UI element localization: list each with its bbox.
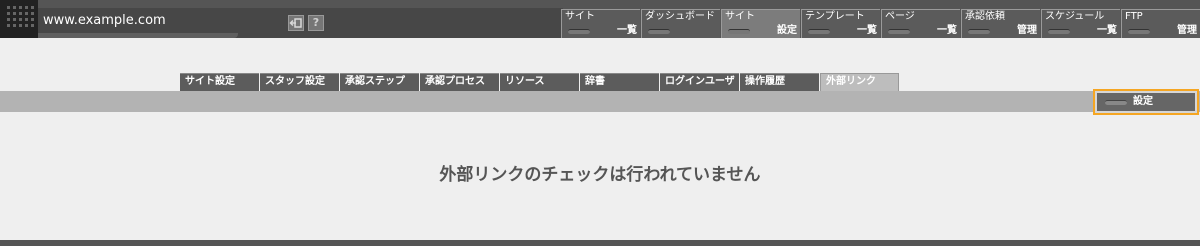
logo-dot <box>13 24 16 27</box>
nav-page-list-button[interactable]: ページ 一覧 <box>881 9 960 38</box>
logo-dot <box>13 12 16 15</box>
nav-button-bottom-label: 一覧 <box>1097 25 1117 36</box>
tab-approval-process[interactable]: 承認プロセス <box>420 73 499 91</box>
nav-button-bottom-label: 設定 <box>777 25 797 36</box>
logo-dot <box>7 12 10 15</box>
nav-ftp-admin-button[interactable]: FTP 管理 <box>1121 9 1200 38</box>
nav-pill-icon <box>888 29 910 34</box>
exit-icon-glyph <box>289 18 302 28</box>
nav-button-top-label: スケジュール <box>1045 11 1105 22</box>
nav-button-top-label: サイト <box>565 11 595 22</box>
settings-pill-icon <box>1105 100 1127 105</box>
nav-schedule-list-button[interactable]: スケジュール 一覧 <box>1041 9 1120 38</box>
url-underline <box>38 33 238 38</box>
nav-button-bottom-label: 一覧 <box>617 25 637 36</box>
tab-site-settings[interactable]: サイト設定 <box>180 73 259 91</box>
nav-site-list-button[interactable]: サイト 一覧 <box>561 9 640 38</box>
tab-toolbar-band <box>0 91 1200 112</box>
nav-button-top-label: テンプレート <box>805 11 865 22</box>
nav-button-bottom-label: 一覧 <box>937 25 957 36</box>
nav-dashboard-button[interactable]: ダッシュボード <box>641 9 720 38</box>
logo-dot <box>31 12 34 15</box>
exit-icon[interactable] <box>288 15 304 31</box>
tab-operation-history[interactable]: 操作履歴 <box>740 73 819 91</box>
nav-pill-icon <box>1128 29 1150 34</box>
nav-template-list-button[interactable]: テンプレート 一覧 <box>801 9 880 38</box>
nav-approval-requests-button[interactable]: 承認依頼 管理 <box>961 9 1040 38</box>
nav-pill-icon <box>968 29 990 34</box>
nav-button-top-label: FTP <box>1125 11 1143 22</box>
logo-dot <box>19 18 22 21</box>
nav-pill-icon <box>568 29 590 34</box>
help-icon[interactable]: ? <box>308 15 324 31</box>
nav-button-top-label: ダッシュボード <box>645 11 715 22</box>
nav-site-settings-button[interactable]: サイト 設定 <box>721 9 800 38</box>
nav-button-top-label: 承認依頼 <box>965 11 1005 22</box>
settings-button-body: 設定 <box>1097 93 1195 111</box>
tab-staff-settings[interactable]: スタッフ設定 <box>260 73 339 91</box>
settings-button[interactable]: 設定 <box>1093 89 1199 115</box>
logo-dot <box>25 12 28 15</box>
nav-pill-icon <box>1048 29 1070 34</box>
logo-dot <box>31 18 34 21</box>
nav-button-top-label: サイト <box>725 11 755 22</box>
logo-dot <box>13 18 16 21</box>
logo-dot <box>13 6 16 9</box>
nav-button-bottom-label: 管理 <box>1017 25 1037 36</box>
logo-dot <box>7 6 10 9</box>
tab-resources[interactable]: リソース <box>500 73 579 91</box>
tab-login-users[interactable]: ログインユーザ <box>660 73 739 91</box>
empty-state-message: 外部リンクのチェックは行われていません <box>439 165 761 185</box>
logo-dot <box>19 24 22 27</box>
nav-pill-icon <box>808 29 830 34</box>
app-logo[interactable] <box>0 0 38 38</box>
logo-dot <box>7 18 10 21</box>
site-url[interactable]: www.example.com <box>43 13 166 29</box>
help-icon-glyph: ? <box>312 16 320 29</box>
tab-external-links[interactable]: 外部リンク <box>820 73 899 92</box>
logo-dot <box>25 18 28 21</box>
nav-button-bottom-label: 一覧 <box>857 25 877 36</box>
logo-dot <box>31 24 34 27</box>
logo-dot <box>31 6 34 9</box>
nav-button-bottom-label: 管理 <box>1177 25 1197 36</box>
logo-dot <box>19 12 22 15</box>
tab-approval-steps[interactable]: 承認ステップ <box>340 73 419 91</box>
footer-bar <box>0 240 1200 246</box>
logo-dot <box>19 6 22 9</box>
settings-button-label: 設定 <box>1133 96 1153 107</box>
tab-dictionary[interactable]: 辞書 <box>580 73 659 91</box>
nav-button-top-label: ページ <box>885 11 915 22</box>
nav-pill-icon <box>648 29 670 34</box>
logo-dot <box>7 24 10 27</box>
logo-dot <box>25 24 28 27</box>
logo-dot <box>25 6 28 9</box>
nav-pill-icon <box>728 29 750 34</box>
